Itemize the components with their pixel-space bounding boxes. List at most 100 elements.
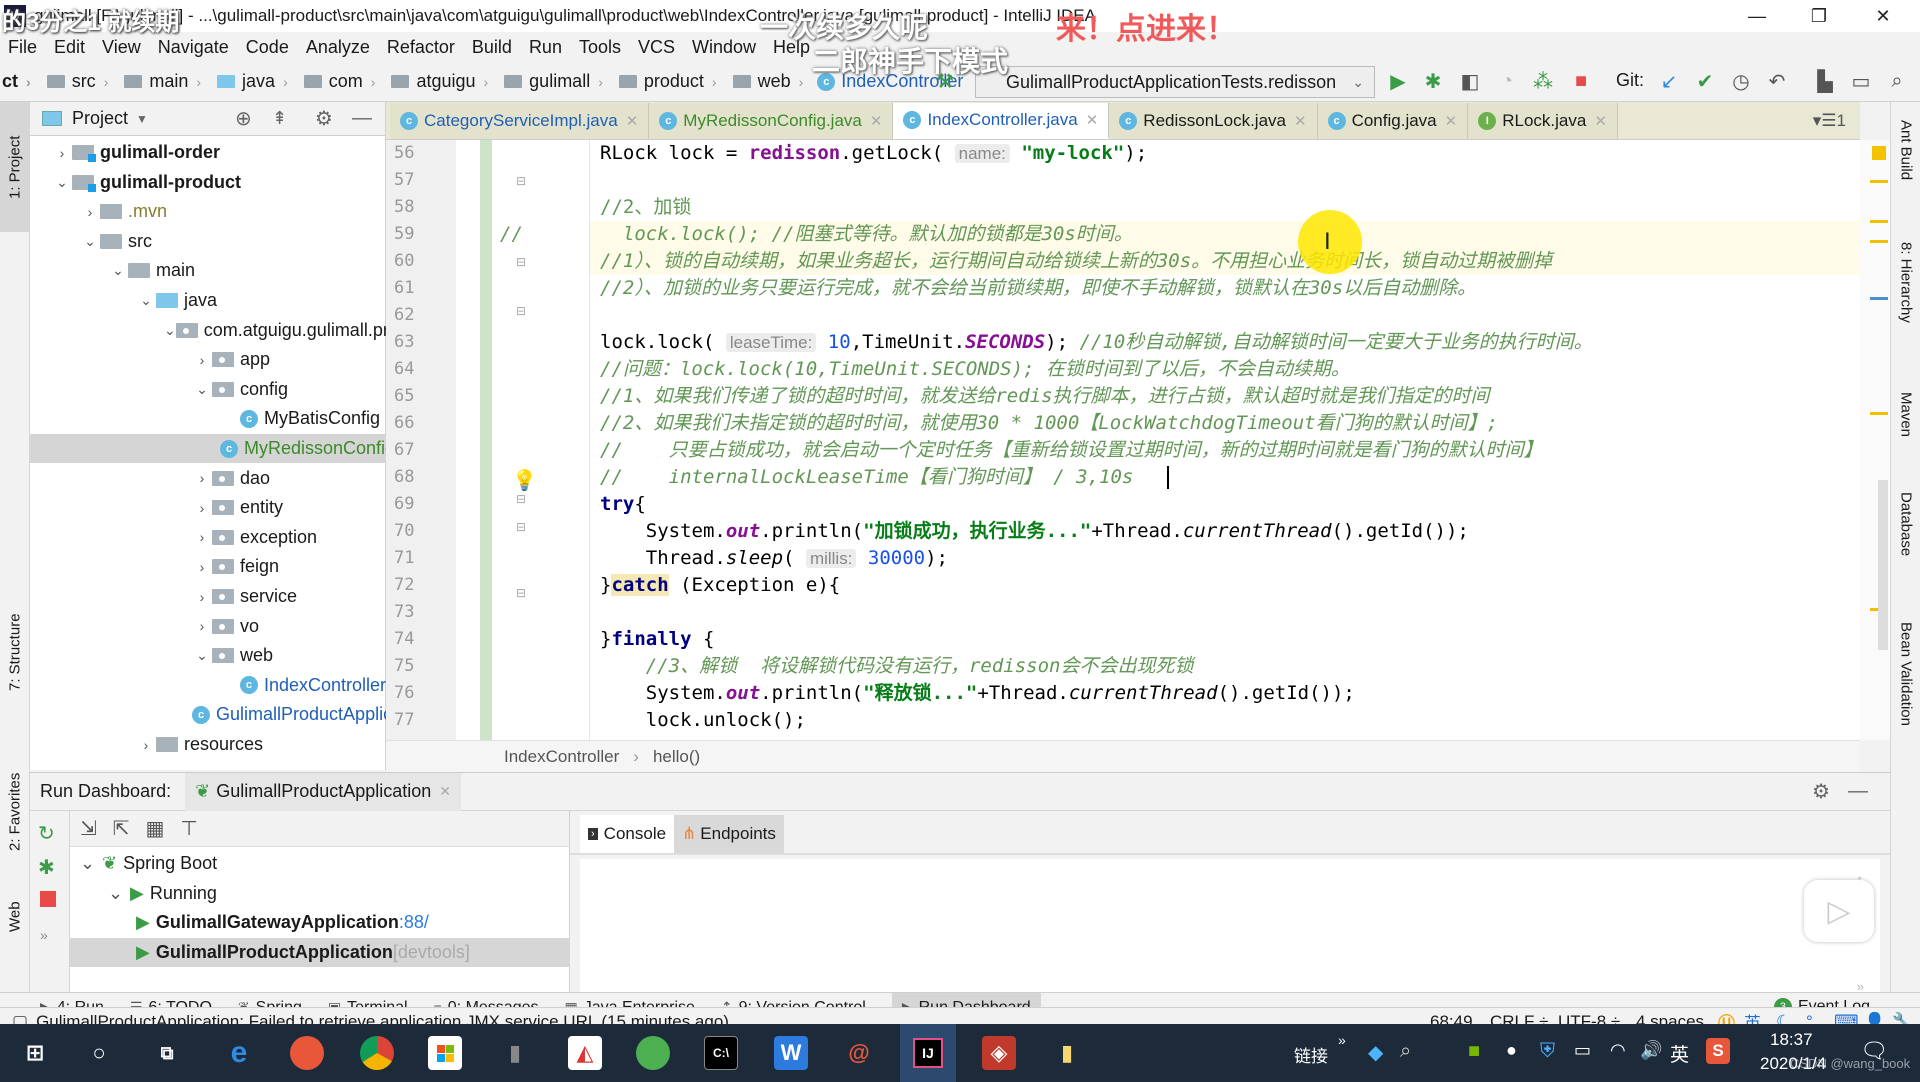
video-player-icon[interactable]: ▷ — [1804, 880, 1874, 942]
menu-edit[interactable]: Edit — [54, 37, 85, 58]
console-output[interactable] — [580, 859, 1880, 993]
editor-scrollbar-thumb[interactable] — [1878, 480, 1888, 650]
tree-item[interactable]: ⌄ web — [30, 641, 386, 670]
fold-icon[interactable]: ⊟ — [516, 255, 526, 269]
menu-navigate[interactable]: Navigate — [158, 37, 229, 58]
battery-icon[interactable]: ▭ — [1574, 1040, 1591, 1061]
chevron-down-icon[interactable]: ⌄ — [136, 292, 156, 309]
tree-item[interactable]: › dao — [30, 464, 386, 493]
clock-time[interactable]: 18:37 — [1770, 1030, 1813, 1050]
chevron-down-icon[interactable]: ⌄ — [164, 322, 176, 339]
tree-item[interactable]: ⌄ com.atguigu.gulimall.product — [30, 316, 386, 345]
git-rollback-icon[interactable]: ↶ — [1764, 68, 1790, 94]
folder-icon[interactable]: ▮ — [1050, 1036, 1084, 1070]
search-everywhere-icon[interactable]: ⌕ — [1884, 68, 1910, 94]
run-dashboard-app-tab[interactable]: ❦ GulimallProductApplication ✕ — [185, 772, 462, 811]
tab-console[interactable]: › Console — [580, 815, 675, 853]
project-view-selector[interactable]: Project — [72, 108, 128, 129]
tree-item[interactable]: › vo — [30, 612, 386, 641]
breadcrumb-web[interactable]: web › — [723, 71, 803, 92]
chevron-right-icon[interactable]: › — [192, 470, 212, 486]
tray-links-label[interactable]: 链接 — [1294, 1042, 1328, 1067]
terminal-icon[interactable]: C:\ — [704, 1036, 738, 1070]
line-number[interactable]: 58 — [394, 194, 414, 221]
fold-icon[interactable]: ⊟ — [516, 492, 526, 506]
breadcrumb-atguigu[interactable]: atguigu › — [381, 71, 488, 92]
tool-tab-project[interactable]: 1: Project — [0, 102, 30, 232]
tool-tab-maven[interactable]: Maven — [1891, 392, 1920, 482]
menu-file[interactable]: File — [8, 37, 37, 58]
line-number[interactable]: 61 — [394, 275, 414, 302]
close-tab-icon[interactable]: ✕ — [439, 783, 451, 800]
line-number[interactable]: 60 — [394, 248, 414, 275]
line-number[interactable]: 72 — [394, 572, 414, 599]
tree-item[interactable]: ⌄ java — [30, 286, 386, 315]
tool-tab-web[interactable]: Web — [0, 882, 30, 952]
close-tab-icon[interactable]: ✕ — [1594, 112, 1607, 130]
chevron-right-icon[interactable]: › — [192, 559, 212, 575]
close-tab-icon[interactable]: ✕ — [626, 112, 639, 130]
line-number[interactable]: 77 — [394, 707, 414, 734]
tree-item[interactable]: ⌄ main — [30, 256, 386, 285]
chevron-down-icon[interactable]: ⌄ — [192, 647, 212, 664]
chevron-down-icon[interactable]: ▼ — [136, 112, 148, 126]
chevron-down-icon[interactable]: ⌄ — [52, 174, 72, 191]
start-button[interactable]: ⊞ — [18, 1036, 52, 1070]
chevron-down-icon[interactable]: ⌄ — [108, 262, 128, 279]
build-hammer-icon[interactable]: ⚒ — [932, 68, 958, 94]
collapse-all-icon[interactable]: ⇞ — [272, 108, 287, 129]
run-tree-item[interactable]: ⌄ ▶ Running — [70, 879, 570, 908]
menu-view[interactable]: View — [102, 37, 141, 58]
chevron-right-icon[interactable]: › — [192, 589, 212, 605]
menu-help[interactable]: Help — [773, 37, 810, 58]
spring-tool-icon[interactable] — [636, 1036, 670, 1070]
chevron-right-icon[interactable]: » — [1338, 1032, 1346, 1048]
run-tree-item[interactable]: ▶ GulimallGatewayApplication :88/ — [70, 908, 570, 937]
tool-tab-structure[interactable]: 7: Structure — [0, 592, 30, 712]
intellij-taskbar-button[interactable]: IJ — [900, 1024, 956, 1082]
stop-icon[interactable]: ■ — [1568, 68, 1594, 94]
chrome-icon[interactable] — [360, 1036, 394, 1070]
run-icon[interactable]: ▶ — [1385, 68, 1411, 94]
tool-tab-hierarchy[interactable]: 8: Hierarchy — [1891, 242, 1920, 372]
debug-icon[interactable]: ✱ — [38, 855, 55, 880]
breadcrumb-root[interactable]: ct › — [2, 71, 31, 92]
tray-app-icon[interactable]: ◆ — [1368, 1040, 1383, 1065]
cortana-icon[interactable]: ○ — [82, 1036, 116, 1070]
close-button[interactable]: ✕ — [1854, 0, 1912, 32]
code-editor[interactable]: RLock lock = redisson.getLock( name: "my… — [590, 140, 1860, 740]
task-view-icon[interactable]: ⧉ — [150, 1036, 184, 1070]
breadcrumb-java[interactable]: java › — [207, 71, 288, 92]
line-number[interactable]: 69 — [394, 491, 414, 518]
chevron-right-icon[interactable]: › — [80, 204, 100, 220]
tree-item[interactable]: ⌄ config — [30, 375, 386, 404]
profile-icon[interactable]: ◔ — [1494, 68, 1520, 94]
volume-icon[interactable]: 🔊 — [1640, 1040, 1662, 1061]
group-by-icon[interactable]: ▦ — [146, 816, 165, 841]
tab-endpoints[interactable]: ⋔ Endpoints — [674, 815, 784, 853]
tray-search-icon[interactable]: ⌕ — [1400, 1040, 1411, 1063]
tab-indexcontroller[interactable]: c IndexController.java ✕ — [893, 103, 1110, 139]
app-icon[interactable]: ◭ — [568, 1036, 602, 1070]
gear-icon[interactable]: ⚙ — [1812, 779, 1830, 804]
fold-icon[interactable]: ⊟ — [516, 304, 526, 318]
tree-item[interactable]: ⌄ gulimall-product — [30, 168, 386, 197]
sogou-icon[interactable]: S — [1706, 1038, 1730, 1064]
port-link[interactable]: :88/ — [399, 912, 429, 933]
tree-item[interactable]: c MyRedissonConfig — [30, 434, 386, 463]
fold-icon[interactable]: ⊟ — [516, 520, 526, 534]
git-update-icon[interactable]: ↙ — [1656, 68, 1682, 94]
line-number[interactable]: 65 — [394, 383, 414, 410]
close-tab-icon[interactable]: ✕ — [1086, 111, 1099, 129]
tool-tab-bean-validation[interactable]: Bean Validation — [1891, 622, 1920, 772]
wps-icon[interactable]: W — [774, 1036, 808, 1070]
chevron-right-icon[interactable]: › — [52, 145, 72, 161]
breadcrumb-main[interactable]: main › — [114, 71, 201, 92]
breadcrumb-method[interactable]: hello() — [653, 747, 700, 767]
close-tab-icon[interactable]: ✕ — [1445, 112, 1458, 130]
chevron-right-icon[interactable]: › — [136, 737, 156, 753]
tree-item[interactable]: › app — [30, 345, 386, 374]
tab-rlock[interactable]: I RLock.java ✕ — [1468, 103, 1618, 139]
line-number[interactable]: 73 — [394, 599, 414, 626]
rerun-icon[interactable]: ↻ — [38, 821, 55, 846]
